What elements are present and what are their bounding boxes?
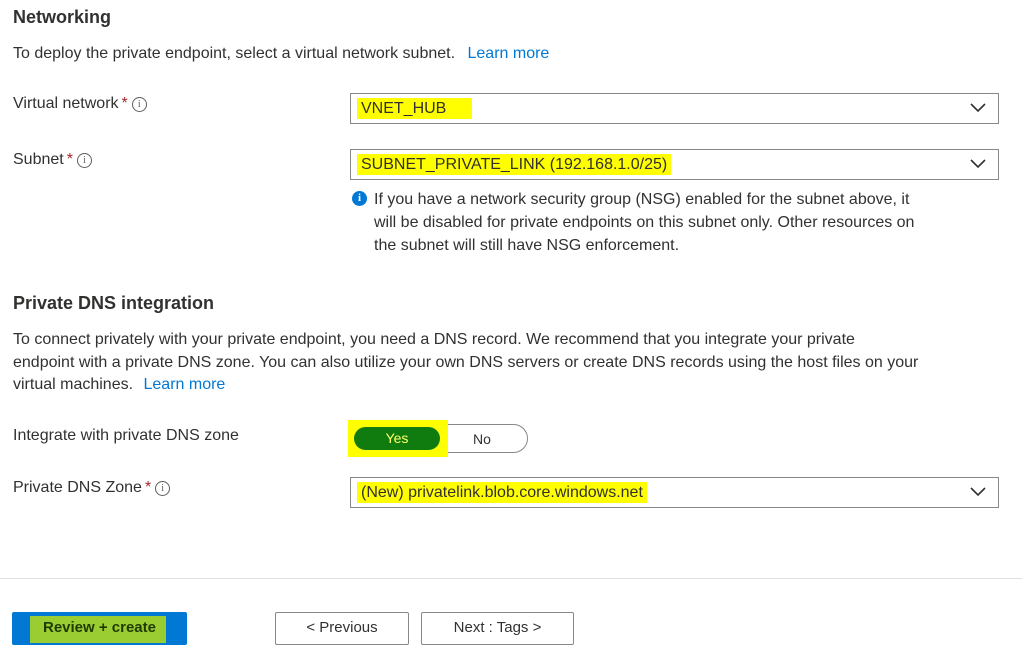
subnet-label-text: Subnet [13,151,64,168]
info-icon[interactable]: i [76,153,92,168]
dns-learn-more-link[interactable]: Learn more [144,376,226,393]
subnet-value-text: SUBNET_PRIVATE_LINK (192.168.1.0/25) [357,153,672,175]
dns-description-line: To connect privately with your private e… [13,331,855,348]
section-title-dns: Private DNS integration [13,293,215,313]
dns-description: To connect privately with your private e… [13,329,918,397]
integrate-dns-toggle[interactable]: Yes No [348,420,528,457]
required-marker: * [66,151,73,168]
dns-description-text: virtual machines. [13,376,134,393]
footer-divider [0,578,1022,579]
info-icon[interactable]: i [155,481,171,496]
networking-learn-more-link[interactable]: Learn more [468,45,550,62]
chevron-down-icon [970,159,986,169]
info-icon[interactable]: i [131,97,147,112]
nsg-info-note: If you have a network security group (NS… [374,188,914,257]
networking-description-text: To deploy the private endpoint, select a… [13,45,456,62]
next-tags-button[interactable]: Next : Tags > [421,612,574,645]
review-create-button[interactable]: Review + create [12,612,187,645]
dns-description-line: endpoint with a private DNS zone. You ca… [13,353,919,371]
toggle-option-no[interactable]: No [473,425,491,454]
nsg-note-line: the subnet will still have NSG enforceme… [374,237,680,254]
vnet-dropdown-value: VNET_HUB [357,97,473,119]
vnet-value-text: VNET_HUB [357,97,473,119]
chevron-down-icon [970,103,986,113]
subnet-label: Subnet * i [13,151,92,169]
required-marker: * [144,479,152,496]
previous-button[interactable]: < Previous [275,612,409,645]
dns-description-line-last: virtual machines. Learn more [13,374,918,397]
dns-zone-value-text: (New) privatelink.blob.core.windows.net [357,481,647,503]
toggle-option-yes[interactable]: Yes [354,427,440,450]
vnet-label: Virtual network * i [13,95,147,113]
required-marker: * [121,95,128,112]
dns-zone-label: Private DNS Zone * i [13,479,171,497]
info-filled-icon: i [352,191,367,206]
nsg-note-line: will be disabled for private endpoints o… [374,214,915,231]
integrate-dns-label: Integrate with private DNS zone [13,427,239,444]
subnet-dropdown-value: SUBNET_PRIVATE_LINK (192.168.1.0/25) [357,153,672,175]
vnet-label-text: Virtual network [13,95,119,112]
dns-zone-dropdown[interactable]: (New) privatelink.blob.core.windows.net [350,477,999,508]
section-title-networking: Networking [13,7,112,27]
dns-zone-label-text: Private DNS Zone [13,479,142,496]
nsg-note-line: If you have a network security group (NS… [374,191,910,208]
vnet-dropdown[interactable]: VNET_HUB [350,93,999,124]
review-create-label: Review + create [43,619,156,636]
chevron-down-icon [970,487,986,497]
dns-zone-dropdown-value: (New) privatelink.blob.core.windows.net [357,481,647,503]
subnet-dropdown[interactable]: SUBNET_PRIVATE_LINK (192.168.1.0/25) [350,149,999,180]
networking-description: To deploy the private endpoint, select a… [13,43,549,66]
